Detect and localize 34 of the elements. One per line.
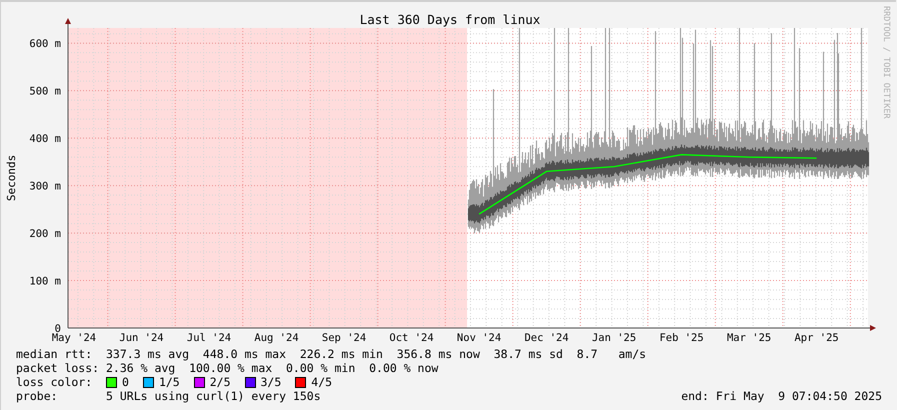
legend-label: median rtt: xyxy=(16,347,94,361)
x-tick-label: Nov '24 xyxy=(456,332,502,344)
swatch-label: 1/5 xyxy=(158,375,180,389)
x-tick-label: Jun '24 xyxy=(119,332,164,344)
legend-label: probe: xyxy=(16,389,59,403)
x-tick-label: Aug '24 xyxy=(254,332,299,344)
x-tick-label: Jul '24 xyxy=(186,332,232,344)
y-axis-label: Seconds xyxy=(5,154,18,202)
legend-values: 337.3 ms avg 448.0 ms max 226.2 ms min 356.8 ms now 38.7 ms sd 8.7 am/s xyxy=(106,347,646,361)
y-tick-label: 500 m xyxy=(29,86,61,98)
y-tick-label: 300 m xyxy=(29,180,61,193)
x-tick-label: May '24 xyxy=(52,332,96,344)
legend-values: 2.36 % avg 100.00 % max 0.00 % min 0.00 % now xyxy=(106,361,438,375)
credit-text: RRDTOOL / TOBI OETIKER xyxy=(881,6,891,119)
swatch-label: 4/5 xyxy=(311,375,332,389)
swatch-label: 3/5 xyxy=(260,375,282,389)
x-tick-label: Mar '25 xyxy=(726,332,772,344)
legend-label: loss color: xyxy=(16,375,94,389)
x-tick-label: Feb '25 xyxy=(659,332,704,344)
graph-title: Last 360 Days from linux xyxy=(360,12,540,27)
end-time: end: Fri May 9 07:04:50 2025 xyxy=(681,389,882,403)
y-tick-label: 400 m xyxy=(29,133,61,146)
x-tick-label: Dec '24 xyxy=(524,332,569,344)
x-tick-label: Sep '24 xyxy=(322,332,366,344)
y-tick-label: 200 m xyxy=(29,228,61,240)
legend-label: packet loss: xyxy=(16,361,100,375)
swatch-label: 2/5 xyxy=(210,375,230,389)
y-tick-label: 100 m xyxy=(29,276,61,288)
x-tick-label: Jan '25 xyxy=(592,332,636,344)
y-tick-label: 600 m xyxy=(29,38,61,50)
x-tick-label: Oct '24 xyxy=(389,332,434,344)
swatch-label: 0 xyxy=(122,375,129,389)
probe-text: 5 URLs using curl(1) every 150s xyxy=(106,389,321,403)
x-tick-label: Apr '25 xyxy=(794,332,839,344)
